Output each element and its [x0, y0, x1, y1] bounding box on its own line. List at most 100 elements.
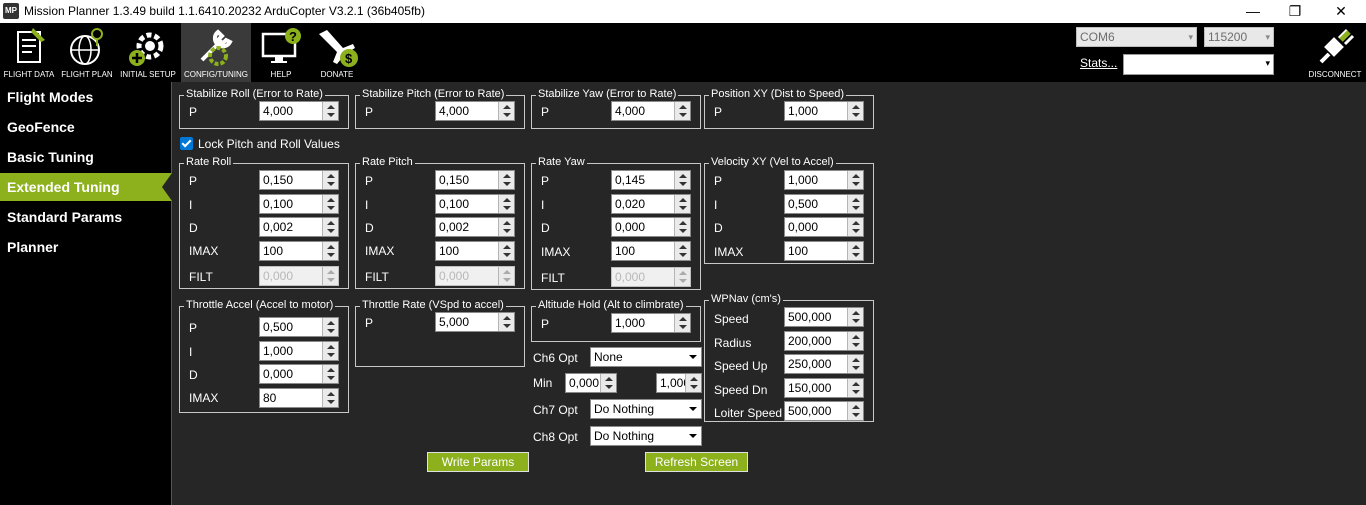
refresh-screen-button[interactable]: Refresh Screen: [645, 452, 748, 472]
rate-yaw-d-input[interactable]: 0,000: [611, 217, 691, 237]
throttle-accel-imax-input[interactable]: 80: [259, 388, 339, 408]
initial-setup-button[interactable]: INITIAL SETUP: [118, 23, 178, 82]
wpnav-speed-up-input[interactable]: 250,000: [784, 354, 864, 374]
spin-buttons[interactable]: [847, 402, 863, 420]
ch6-min-input[interactable]: 0,000: [565, 373, 617, 393]
spin-buttons[interactable]: [847, 308, 863, 326]
spin-buttons[interactable]: [322, 318, 338, 336]
spin-buttons[interactable]: [322, 242, 338, 260]
sidebar-item-basic-tuning[interactable]: Basic Tuning: [0, 143, 172, 171]
rate-roll-p-input[interactable]: 0,150: [259, 170, 339, 190]
alt-hold-p-input[interactable]: 1,000: [611, 313, 691, 333]
spin-up-icon: [503, 270, 511, 274]
sidebar-item-planner[interactable]: Planner: [0, 233, 172, 261]
vel-xy-i-input[interactable]: 0,500: [784, 194, 864, 214]
stab-yaw-p-input[interactable]: 4,000: [611, 101, 691, 121]
donate-button[interactable]: $ DONATE: [311, 23, 363, 82]
ch6-opt-select[interactable]: None: [590, 347, 702, 367]
rate-pitch-d-input[interactable]: 0,002: [435, 217, 515, 237]
spin-buttons[interactable]: [600, 374, 616, 392]
spin-buttons[interactable]: [674, 218, 690, 236]
stats-select[interactable]: ▾: [1123, 54, 1274, 75]
spin-buttons[interactable]: [847, 332, 863, 350]
baud-rate-select[interactable]: 115200 ▾: [1204, 27, 1274, 47]
spin-buttons[interactable]: [674, 314, 690, 332]
rate-roll-i-input[interactable]: 0,100: [259, 194, 339, 214]
pos-xy-p-input[interactable]: 1,000: [784, 101, 864, 121]
lock-pitch-roll-label[interactable]: Lock Pitch and Roll Values: [198, 137, 340, 151]
ch7-opt-select[interactable]: Do Nothing: [590, 399, 702, 419]
sidebar-item-standard-params[interactable]: Standard Params: [0, 203, 172, 231]
spin-buttons[interactable]: [674, 195, 690, 213]
spin-buttons[interactable]: [674, 171, 690, 189]
rate-yaw-i-input[interactable]: 0,020: [611, 194, 691, 214]
sidebar-item-extended-tuning[interactable]: Extended Tuning: [0, 173, 172, 201]
spin-buttons[interactable]: [322, 102, 338, 120]
ch6-max-input[interactable]: 1,000: [656, 373, 702, 393]
spin-buttons[interactable]: [847, 379, 863, 397]
spin-buttons[interactable]: [322, 218, 338, 236]
rate-yaw-imax-input[interactable]: 100: [611, 241, 691, 261]
flight-plan-button[interactable]: FLIGHT PLAN: [58, 23, 116, 82]
group-title: Throttle Accel (Accel to motor): [184, 299, 336, 311]
rate-roll-d-input[interactable]: 0,002: [259, 217, 339, 237]
spin-buttons[interactable]: [498, 218, 514, 236]
spin-buttons[interactable]: [322, 342, 338, 360]
spin-buttons[interactable]: [847, 355, 863, 373]
throttle-accel-d-input[interactable]: 0,000: [259, 364, 339, 384]
ch8-opt-select[interactable]: Do Nothing: [590, 426, 702, 446]
stats-link[interactable]: Stats...: [1080, 56, 1117, 70]
spin-buttons[interactable]: [322, 171, 338, 189]
rate-roll-imax-input[interactable]: 100: [259, 241, 339, 261]
sidebar-item-flight-modes[interactable]: Flight Modes: [0, 83, 172, 111]
spin-value: 200,000: [788, 334, 832, 348]
spin-buttons[interactable]: [685, 374, 701, 392]
group-title: Rate Yaw: [536, 156, 587, 168]
rate-pitch-i-input[interactable]: 0,100: [435, 194, 515, 214]
spin-buttons[interactable]: [322, 389, 338, 407]
throttle-accel-i-input[interactable]: 1,000: [259, 341, 339, 361]
spin-buttons[interactable]: [847, 171, 863, 189]
wpnav-speed-input[interactable]: 500,000: [784, 307, 864, 327]
spin-buttons[interactable]: [674, 102, 690, 120]
close-button[interactable]: ✕: [1321, 1, 1361, 21]
wpnav-speed-dn-input[interactable]: 150,000: [784, 378, 864, 398]
spin-buttons[interactable]: [847, 195, 863, 213]
spin-buttons[interactable]: [498, 171, 514, 189]
spin-buttons[interactable]: [847, 218, 863, 236]
spin-buttons[interactable]: [847, 102, 863, 120]
wpnav-radius-input[interactable]: 200,000: [784, 331, 864, 351]
spin-down-icon: [327, 253, 335, 257]
spin-buttons[interactable]: [498, 102, 514, 120]
spin-up-icon: [852, 105, 860, 109]
wpnav-loiter-speed-input[interactable]: 500,000: [784, 401, 864, 421]
vel-xy-p-input[interactable]: 1,000: [784, 170, 864, 190]
stab-roll-p-input[interactable]: 4,000: [259, 101, 339, 121]
vel-xy-d-input[interactable]: 0,000: [784, 217, 864, 237]
spin-down-icon: [852, 206, 860, 210]
sidebar-item-geofence[interactable]: GeoFence: [0, 113, 172, 141]
maximize-button[interactable]: ❐: [1275, 1, 1315, 21]
rate-pitch-imax-input[interactable]: 100: [435, 241, 515, 261]
com-port-select[interactable]: COM6 ▾: [1076, 27, 1197, 47]
spin-buttons[interactable]: [322, 365, 338, 383]
rate-yaw-p-input[interactable]: 0,145: [611, 170, 691, 190]
spin-buttons[interactable]: [498, 195, 514, 213]
spin-buttons[interactable]: [498, 313, 514, 331]
spin-buttons[interactable]: [322, 195, 338, 213]
help-button[interactable]: ? HELP: [253, 23, 309, 82]
throttle-accel-p-input[interactable]: 0,500: [259, 317, 339, 337]
spin-buttons[interactable]: [847, 242, 863, 260]
config-tuning-button[interactable]: CONFIG/TUNING: [181, 23, 251, 82]
rate-pitch-p-input[interactable]: 0,150: [435, 170, 515, 190]
disconnect-button[interactable]: DISCONNECT: [1305, 23, 1365, 82]
minimize-button[interactable]: —: [1233, 1, 1273, 21]
throttle-rate-p-input[interactable]: 5,000: [435, 312, 515, 332]
stab-pitch-p-input[interactable]: 4,000: [435, 101, 515, 121]
spin-buttons[interactable]: [674, 242, 690, 260]
lock-pitch-roll-checkbox[interactable]: [180, 137, 193, 150]
spin-buttons[interactable]: [498, 242, 514, 260]
write-params-button[interactable]: Write Params: [427, 452, 529, 472]
flight-data-button[interactable]: FLIGHT DATA: [0, 23, 58, 82]
vel-xy-imax-input[interactable]: 100: [784, 241, 864, 261]
